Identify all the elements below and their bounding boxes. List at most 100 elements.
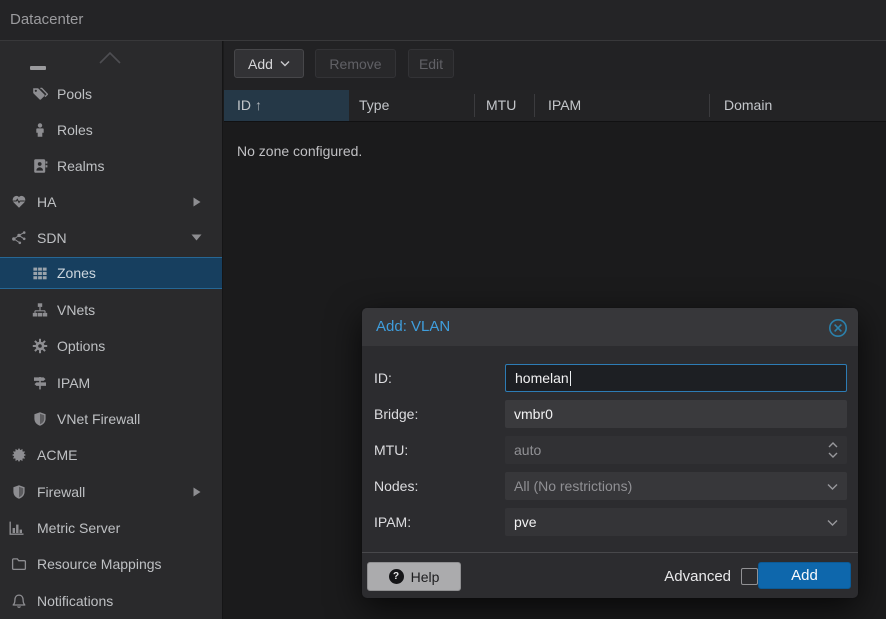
advanced-checkbox[interactable]: [741, 568, 758, 585]
chevron-down-icon[interactable]: [827, 519, 838, 527]
column-separator: [474, 94, 475, 117]
nodes-select[interactable]: All (No restrictions): [505, 472, 847, 500]
column-label: IPAM: [534, 90, 581, 121]
scrolled-item-fragment[interactable]: [0, 45, 222, 75]
help-button-label: Help: [411, 569, 440, 585]
sidebar-item-roles[interactable]: Roles: [0, 115, 222, 145]
bridge-label: Bridge:: [374, 400, 418, 428]
page-title: Datacenter: [10, 0, 83, 40]
add-button[interactable]: Add: [234, 49, 304, 78]
chevron-down-icon: [191, 233, 202, 242]
ipam-select-value: pve: [514, 514, 537, 530]
address-book-icon: [32, 158, 48, 174]
close-icon[interactable]: [828, 318, 848, 338]
sidebar-item-metric-server[interactable]: Metric Server: [0, 513, 222, 543]
dialog-header[interactable]: Add: VLAN: [362, 308, 858, 346]
grid-icon: [32, 265, 48, 281]
sidebar-item-pools[interactable]: Pools: [0, 79, 222, 109]
sidebar-item-label: Notifications: [37, 586, 113, 616]
sidebar-item-notifications[interactable]: Notifications: [0, 586, 222, 616]
sidebar-item-firewall[interactable]: Firewall: [0, 477, 222, 507]
ipam-label: IPAM:: [374, 508, 411, 536]
id-label: ID:: [374, 364, 392, 392]
column-header-mtu[interactable]: MTU: [474, 90, 534, 121]
sitemap-icon: [32, 302, 48, 318]
sidebar-item-label: Options: [57, 331, 105, 361]
sidebar-item-vnet-firewall[interactable]: VNet Firewall: [0, 404, 222, 434]
column-header-id[interactable]: ID↑: [224, 90, 349, 121]
column-separator: [709, 94, 710, 117]
nodes-label: Nodes:: [374, 472, 418, 500]
shield-icon: [32, 411, 48, 427]
column-label: ID: [224, 90, 251, 121]
add-vlan-dialog: Add: VLAN ID: homelan Bridge: vmbr0 MTU:…: [362, 308, 858, 598]
ipam-select[interactable]: pve: [505, 508, 847, 536]
toolbar: Add Remove Edit: [224, 41, 886, 90]
gear-icon: [32, 338, 48, 354]
question-icon: ?: [389, 569, 404, 584]
mtu-spinner[interactable]: auto: [505, 436, 847, 464]
grid-header: ID↑ Type MTU IPAM Domain: [224, 90, 886, 122]
sidebar-item-label: VNet Firewall: [57, 404, 140, 434]
chevron-right-icon: [192, 487, 202, 497]
cut-off-icon: [30, 66, 46, 70]
text-cursor: [570, 371, 572, 386]
id-input[interactable]: homelan: [505, 364, 847, 392]
sidebar-item-sdn[interactable]: SDN: [0, 223, 222, 253]
column-header-domain[interactable]: Domain: [709, 90, 886, 121]
sidebar-item-ha[interactable]: HA: [0, 187, 222, 217]
mtu-placeholder: auto: [514, 442, 541, 458]
sort-ascending-icon: ↑: [255, 97, 262, 113]
chevron-up-icon: [98, 50, 122, 66]
sidebar-item-realms[interactable]: Realms: [0, 151, 222, 181]
remove-button[interactable]: Remove: [315, 49, 396, 78]
map-signs-icon: [32, 375, 48, 391]
tags-icon: [32, 86, 48, 102]
chevron-down-icon[interactable]: [827, 483, 838, 491]
nodes-placeholder: All (No restrictions): [514, 478, 632, 494]
chevron-down-icon: [280, 60, 290, 67]
bridge-input[interactable]: vmbr0: [505, 400, 847, 428]
sidebar-item-ipam[interactable]: IPAM: [0, 368, 222, 398]
dialog-footer: ? Help Advanced Add: [362, 552, 858, 598]
chevron-right-icon: [192, 197, 202, 207]
edit-button-label: Edit: [419, 56, 443, 72]
column-header-ipam[interactable]: IPAM: [534, 90, 709, 121]
add-button-label: Add: [248, 56, 273, 72]
id-input-value: homelan: [515, 370, 569, 386]
column-label: Domain: [709, 90, 772, 121]
grid-empty-text: No zone configured.: [237, 143, 362, 159]
sidebar-item-label: SDN: [37, 223, 67, 253]
top-bar: Datacenter: [0, 0, 886, 41]
field-row-nodes: Nodes: All (No restrictions): [362, 472, 858, 500]
field-row-id: ID: homelan: [362, 364, 858, 392]
sidebar-item-acme[interactable]: ACME: [0, 440, 222, 470]
sidebar-item-resource-mappings[interactable]: Resource Mappings: [0, 549, 222, 579]
field-row-bridge: Bridge: vmbr0: [362, 400, 858, 428]
sidebar-item-options[interactable]: Options: [0, 331, 222, 361]
mtu-label: MTU:: [374, 436, 408, 464]
edit-button[interactable]: Edit: [408, 49, 454, 78]
bar-chart-icon: [8, 520, 24, 536]
help-button[interactable]: ? Help: [367, 562, 461, 591]
sidebar-item-label: Resource Mappings: [37, 549, 162, 579]
sidebar-item-label: Roles: [57, 115, 93, 145]
sidebar-item-label: Metric Server: [37, 513, 120, 543]
column-label: MTU: [474, 90, 516, 121]
submit-add-label: Add: [791, 567, 818, 584]
sidebar-item-label: ACME: [37, 440, 77, 470]
field-row-mtu: MTU: auto: [362, 436, 858, 464]
sidebar-item-label: Firewall: [37, 477, 85, 507]
sidebar-item-vnets[interactable]: VNets: [0, 295, 222, 325]
submit-add-button[interactable]: Add: [758, 562, 851, 589]
shield-icon: [11, 484, 27, 500]
spinner-up-down-icon[interactable]: [828, 440, 838, 460]
field-row-ipam: IPAM: pve: [362, 508, 858, 536]
sidebar-item-zones[interactable]: Zones: [0, 257, 222, 289]
column-separator: [534, 94, 535, 117]
folder-icon: [11, 556, 27, 572]
advanced-label: Advanced: [664, 568, 731, 585]
sidebar-item-label: IPAM: [57, 368, 90, 398]
column-header-type[interactable]: Type: [349, 90, 474, 121]
sidebar-item-label: VNets: [57, 295, 95, 325]
